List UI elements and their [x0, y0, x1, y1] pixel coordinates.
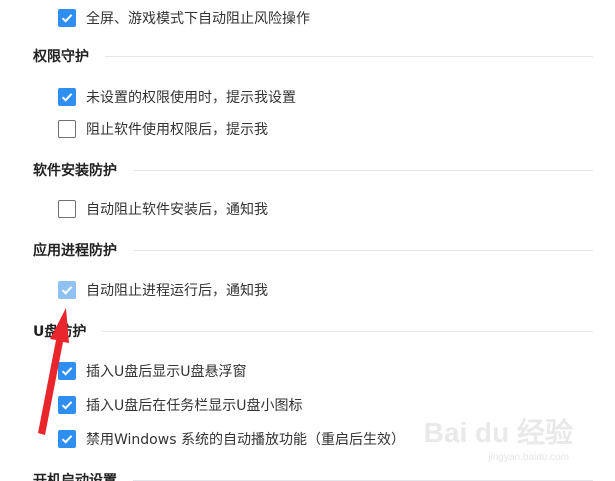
checkbox-checked-icon[interactable] — [58, 396, 76, 414]
option-label: 插入U盘后在任务栏显示U盘小图标 — [86, 398, 303, 414]
option-label: 未设置的权限使用时，提示我设置 — [86, 90, 296, 106]
option-usb-floating-window[interactable]: 插入U盘后显示U盘悬浮窗 — [58, 360, 247, 382]
option-notify-process-blocked[interactable]: 自动阻止进程运行后，通知我 — [58, 279, 268, 301]
section-title: U盘防护 — [33, 324, 87, 340]
checkbox-unchecked-icon[interactable] — [58, 120, 76, 138]
section-title: 权限守护 — [33, 49, 89, 65]
option-usb-taskbar-icon[interactable]: 插入U盘后在任务栏显示U盘小图标 — [58, 394, 303, 416]
section-header-startup: 开机启动设置 — [33, 470, 593, 481]
option-label: 自动阻止进程运行后，通知我 — [86, 283, 268, 299]
section-title: 开机启动设置 — [33, 473, 117, 481]
divider — [102, 330, 593, 332]
watermark-logo: Bai du 经验 — [423, 417, 573, 448]
settings-page: 全屏、游戏模式下自动阻止风险操作 权限守护 未设置的权限使用时，提示我设置 阻止… — [0, 0, 615, 481]
watermark-url: jingyan.baidu.com — [488, 452, 569, 463]
option-prompt-blocked-permission[interactable]: 阻止软件使用权限后，提示我 — [58, 118, 268, 140]
checkbox-checked-icon[interactable] — [58, 362, 76, 380]
option-notify-install-blocked[interactable]: 自动阻止软件安装后，通知我 — [58, 198, 268, 220]
section-title: 软件安装防护 — [33, 163, 117, 179]
divider — [133, 249, 593, 251]
section-header-software-install: 软件安装防护 — [33, 160, 593, 180]
option-label: 禁用Windows 系统的自动播放功能（重启后生效） — [86, 432, 405, 448]
option-disable-autoplay[interactable]: 禁用Windows 系统的自动播放功能（重启后生效） — [58, 428, 405, 450]
divider — [105, 55, 593, 57]
section-header-permission-guard: 权限守护 — [33, 46, 593, 66]
option-fullscreen-block[interactable]: 全屏、游戏模式下自动阻止风险操作 — [58, 7, 310, 29]
section-title: 应用进程防护 — [33, 243, 117, 259]
option-label: 全屏、游戏模式下自动阻止风险操作 — [86, 11, 310, 27]
baidu-jingyan-watermark: Bai du 经验 jingyan.baidu.com — [423, 411, 573, 463]
option-label: 自动阻止软件安装后，通知我 — [86, 202, 268, 218]
option-prompt-unset-permission[interactable]: 未设置的权限使用时，提示我设置 — [58, 86, 296, 108]
checkbox-checked-icon[interactable] — [58, 430, 76, 448]
checkbox-checked-icon[interactable] — [58, 281, 76, 299]
section-header-usb: U盘防护 — [33, 321, 593, 341]
option-label: 插入U盘后显示U盘悬浮窗 — [86, 364, 247, 380]
option-label: 阻止软件使用权限后，提示我 — [86, 122, 268, 138]
checkbox-checked-icon[interactable] — [58, 88, 76, 106]
section-header-app-process: 应用进程防护 — [33, 240, 593, 260]
divider — [133, 479, 593, 481]
checkbox-checked-icon[interactable] — [58, 9, 76, 27]
divider — [133, 169, 593, 171]
checkbox-unchecked-icon[interactable] — [58, 200, 76, 218]
